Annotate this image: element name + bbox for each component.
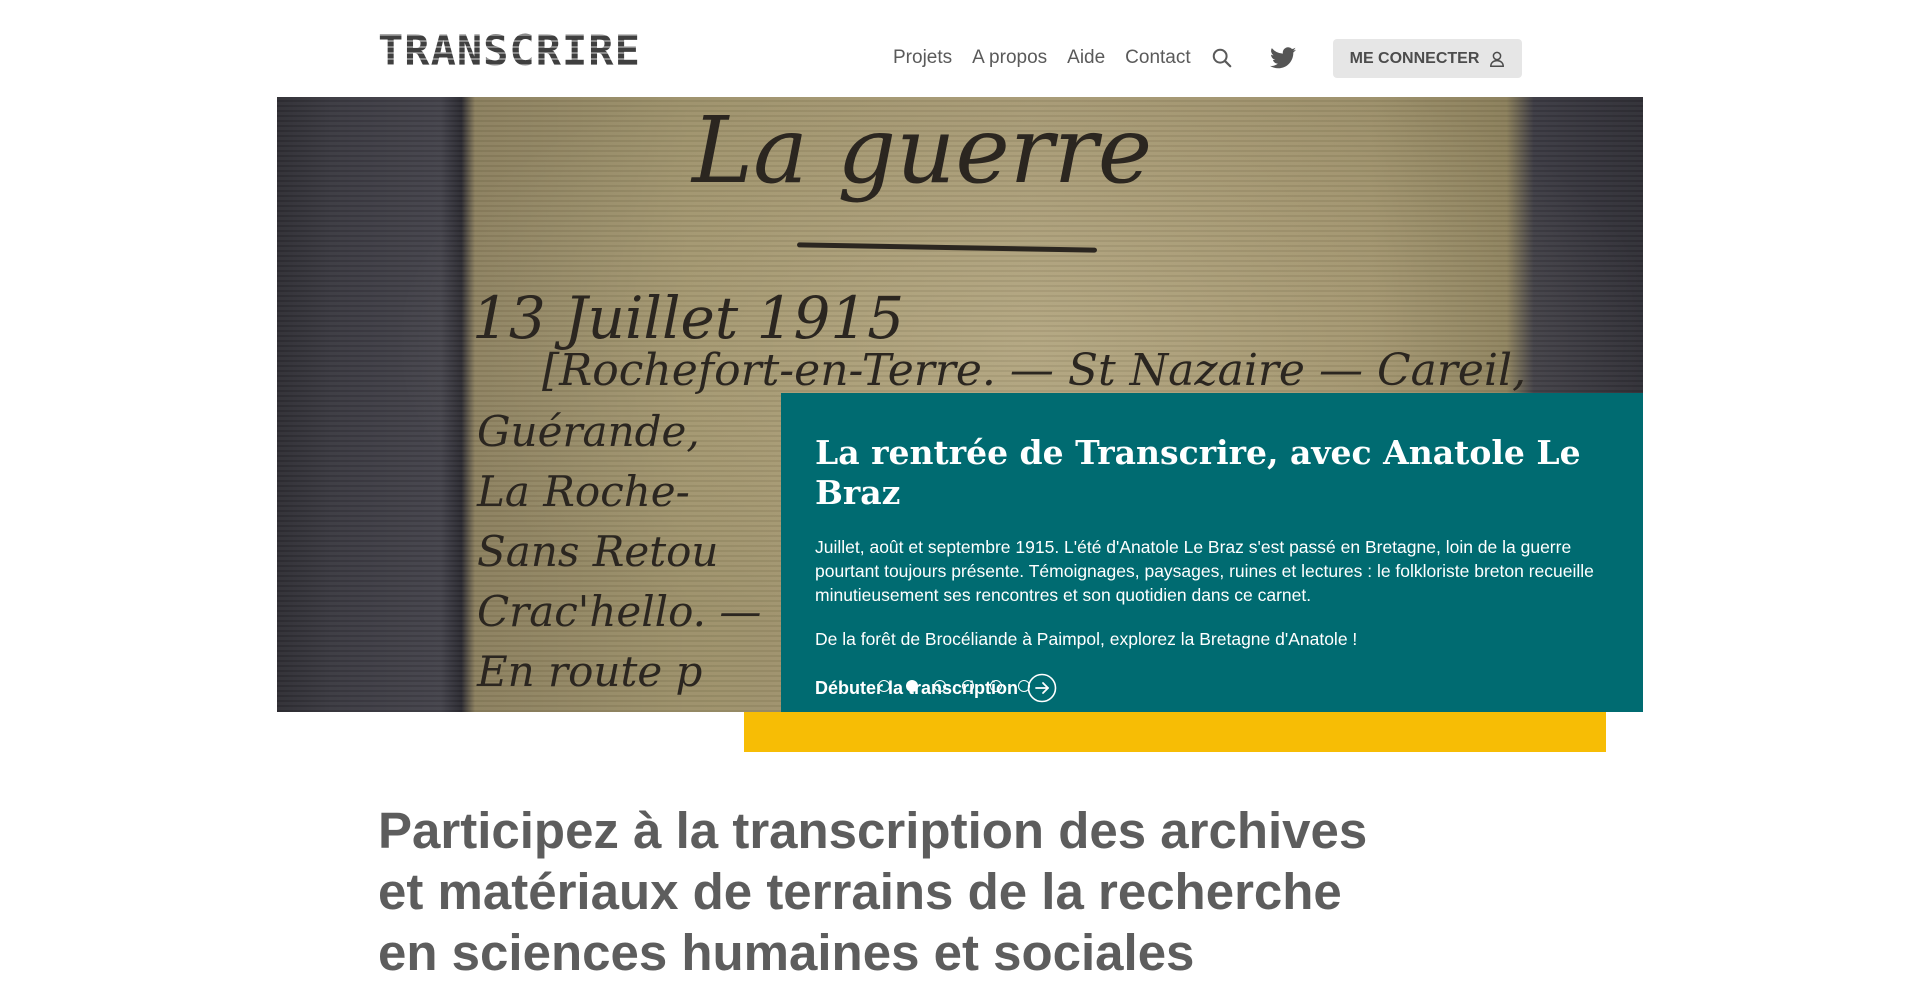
- login-label: ME CONNECTER: [1349, 49, 1480, 67]
- featured-project-card: La rentrée de Transcrire, avec Anatole L…: [781, 393, 1643, 712]
- handwriting-line: La guerre: [692, 97, 1153, 204]
- card-description: Juillet, août et septembre 1915. L'été d…: [815, 537, 1594, 605]
- site-logo[interactable]: TRANSCRIRE: [378, 26, 641, 76]
- twitter-icon[interactable]: [1270, 46, 1296, 70]
- carousel-dot[interactable]: [1018, 680, 1030, 692]
- user-icon: [1490, 51, 1505, 67]
- main-nav: Projets A propos Aide Contact: [893, 44, 1233, 72]
- nav-projets[interactable]: Projets: [893, 47, 952, 69]
- card-subtext: De la forêt de Brocéliande à Paimpol, ex…: [815, 629, 1358, 649]
- login-button[interactable]: ME CONNECTER: [1333, 39, 1522, 78]
- carousel-dot[interactable]: [878, 680, 890, 692]
- carousel-dot[interactable]: [906, 680, 918, 692]
- carousel-dot[interactable]: [990, 680, 1002, 692]
- carousel-indicators: [878, 680, 1046, 692]
- nav-contact[interactable]: Contact: [1125, 47, 1190, 69]
- card-title: La rentrée de Transcrire, avec Anatole L…: [815, 433, 1581, 512]
- search-icon[interactable]: [1211, 47, 1233, 69]
- handwriting-line: Sans Retou: [477, 527, 719, 576]
- nav-aide[interactable]: Aide: [1067, 47, 1105, 69]
- carousel-dot[interactable]: [934, 680, 946, 692]
- handwriting-line: 13 Juillet 1915: [472, 284, 905, 352]
- handwriting-line: [Rochefort-en-Terre. — St Nazaire — Care…: [542, 345, 1527, 396]
- handwriting-line: En route p: [477, 647, 703, 696]
- handwriting-line: Crac'hello. —: [477, 587, 762, 636]
- handwriting-line: Guérande,: [477, 407, 700, 456]
- page-headline: Participez à la transcription des archiv…: [378, 802, 1368, 981]
- handwriting-line: La Roche-: [477, 467, 690, 516]
- carousel-dot[interactable]: [962, 680, 974, 692]
- nav-a-propos[interactable]: A propos: [972, 47, 1047, 69]
